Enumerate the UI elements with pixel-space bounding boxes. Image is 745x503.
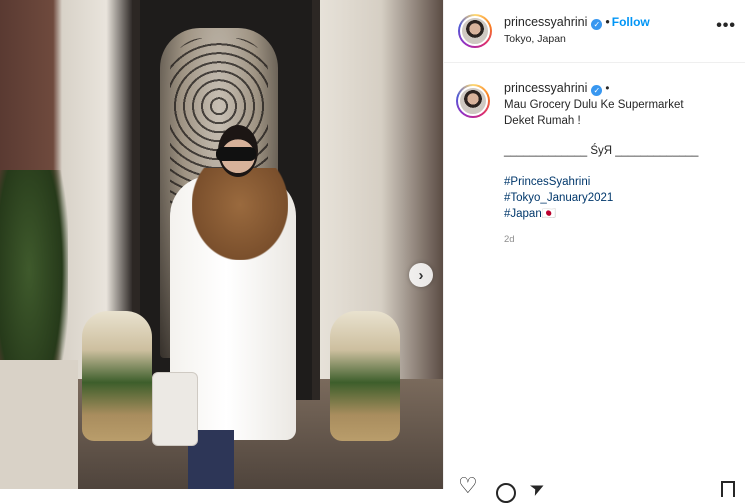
post-actions — [458, 475, 552, 503]
hashtag-link[interactable]: #Tokyo_January2021 — [504, 190, 744, 206]
author-avatar[interactable] — [458, 14, 492, 48]
caption-body: princessyahrini ✓ • Mau Grocery Dulu Ke Su… — [504, 80, 744, 248]
caption-avatar[interactable] — [456, 84, 490, 118]
paper-plane-icon[interactable] — [530, 481, 552, 495]
caption-line: Mau Grocery Dulu Ke Supermarket — [504, 99, 684, 111]
photo-kadomatsu-left — [82, 311, 152, 441]
post-photo[interactable]: › — [0, 0, 443, 489]
photo-kadomatsu-right — [330, 311, 400, 441]
caption-signature: _____________ ŚyЯ _____________ — [504, 145, 699, 157]
post-location[interactable]: Tokyo, Japan — [504, 33, 566, 45]
chevron-right-icon: › — [418, 266, 424, 284]
caption-line: Deket Rumah ! — [504, 115, 581, 127]
follow-button[interactable]: Follow — [612, 15, 650, 29]
photo-planter — [0, 360, 78, 489]
caption-username[interactable]: princessyahrini — [504, 81, 587, 95]
post-sidebar: princessyahrini ✓ • Follow Tokyo, Japan •••… — [443, 0, 745, 503]
heart-icon[interactable] — [458, 475, 480, 497]
hashtag-list: #PrincesSyahrini #Tokyo_January2021 #Jap… — [504, 174, 744, 222]
comment-icon[interactable] — [494, 481, 516, 503]
header-username-row: princessyahrini ✓ • Follow — [504, 15, 650, 30]
photo-handbag — [152, 372, 198, 446]
hashtag-link[interactable]: #PrincesSyahrini — [504, 174, 744, 190]
verified-badge-icon: ✓ — [591, 19, 603, 30]
separator-dot: • — [605, 15, 610, 29]
verified-badge-icon: ✓ — [591, 85, 603, 96]
caption-timestamp[interactable]: 2d — [504, 232, 744, 248]
more-options-button[interactable]: ••• — [716, 17, 736, 35]
separator-dot: • — [605, 83, 610, 95]
photo-fur-collar — [192, 168, 288, 260]
photo-sunglasses — [216, 147, 256, 161]
author-username[interactable]: princessyahrini — [504, 15, 587, 29]
bookmark-icon[interactable] — [718, 479, 735, 497]
next-photo-button[interactable]: › — [409, 263, 433, 287]
post-header: princessyahrini ✓ • Follow Tokyo, Japan ••• — [444, 0, 745, 63]
hashtag-link[interactable]: #Japan🇯🇵 — [504, 206, 744, 222]
